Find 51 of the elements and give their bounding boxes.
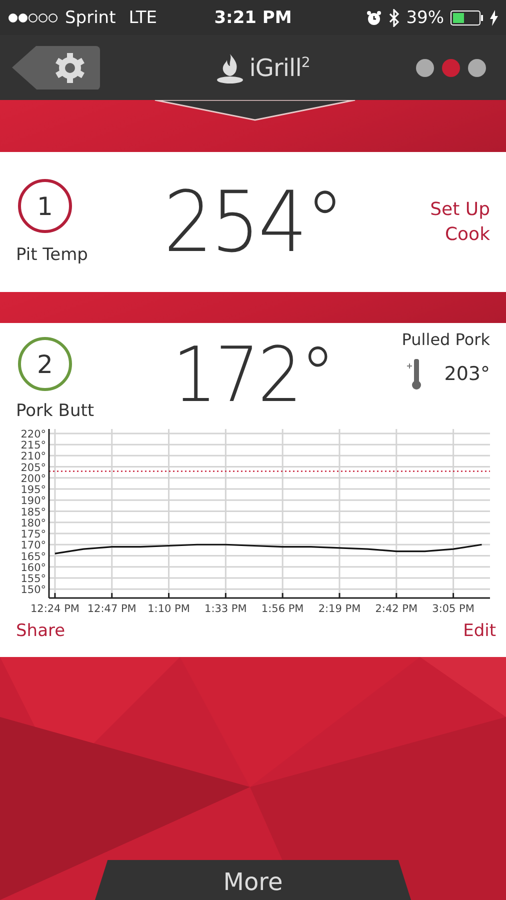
network-type: LTE [128, 8, 157, 28]
y-axis-label: 190° [20, 495, 46, 508]
probe-name: Pit Temp [16, 245, 88, 265]
flame-icon [216, 52, 244, 84]
y-axis-label: 160° [20, 562, 46, 574]
y-axis-label: 215° [20, 440, 46, 452]
y-axis-label: 170° [20, 540, 46, 552]
clock: 3:21 PM [214, 8, 292, 28]
preset-name: Pulled Pork [402, 329, 490, 351]
x-axis-label: 1:33 PM [204, 603, 247, 615]
x-axis-label: 2:42 PM [375, 603, 418, 615]
y-axis-label: 185° [20, 506, 46, 518]
signal-icon [8, 12, 58, 22]
edit-button[interactable]: Edit [463, 621, 496, 641]
charging-icon [490, 10, 498, 26]
carrier: Sprint [65, 8, 116, 28]
bluetooth-icon [388, 8, 400, 26]
y-axis-label: 210° [20, 450, 46, 463]
x-axis-label: 12:47 PM [87, 603, 136, 615]
target-temperature: 203° [444, 362, 490, 388]
x-axis-label: 3:05 PM [432, 603, 474, 615]
settings-button[interactable] [12, 46, 100, 90]
y-axis-label: 165° [20, 550, 46, 563]
temperature-reading: 254° [162, 180, 344, 264]
x-axis-label: 1:56 PM [261, 603, 304, 615]
x-axis-label: 12:24 PM [30, 603, 80, 615]
y-axis-label: 200° [20, 472, 46, 485]
x-axis-label: 2:19 PM [318, 603, 361, 615]
y-axis-label: 175° [20, 528, 46, 541]
share-button[interactable]: Share [16, 621, 66, 641]
settings-icon [54, 52, 86, 84]
y-axis-label: 180° [20, 517, 46, 530]
battery-icon [450, 10, 484, 26]
y-axis-label: 195° [20, 484, 46, 496]
probe-number: 2 [18, 337, 72, 391]
page-indicator[interactable] [416, 58, 434, 76]
y-axis-label: 155° [20, 572, 46, 585]
y-axis-label: 220° [20, 428, 46, 440]
app-logo: iGrill$^{2}$ [249, 54, 310, 82]
y-axis-label: 205° [20, 462, 46, 474]
thermometer-icon [406, 357, 422, 392]
probe-name: Pork Butt [16, 401, 94, 421]
battery-percent: 39% [406, 8, 444, 28]
page-indicator[interactable] [468, 58, 486, 76]
more-button[interactable]: More [95, 860, 411, 900]
y-axis-label: 150° [20, 584, 46, 596]
set-up-cook-link[interactable]: Set Up Cook [420, 196, 490, 248]
alarm-icon [366, 10, 382, 26]
probe-number: 1 [18, 179, 72, 233]
temperature-reading: 172° [171, 329, 335, 413]
x-axis-label: 1:10 PM [148, 603, 190, 615]
